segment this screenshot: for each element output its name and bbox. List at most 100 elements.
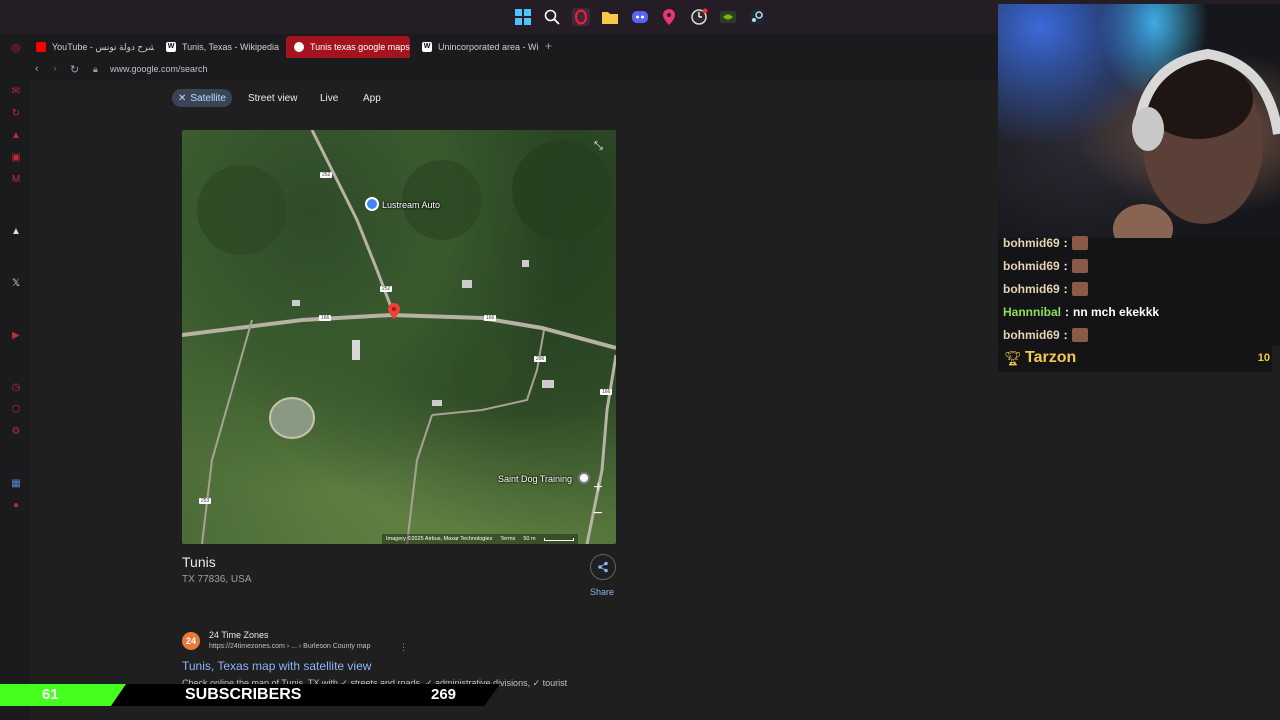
chat-emote [1071, 259, 1088, 273]
nvidia-icon[interactable] [718, 7, 738, 27]
chat-username: bohmid69 [1003, 259, 1060, 273]
workspace-icon[interactable]: ▲ [10, 130, 22, 142]
zoom-in-button[interactable]: + [587, 477, 609, 499]
chat-separator: : [1063, 236, 1068, 250]
filter-chip-street-view[interactable]: Street view [242, 89, 303, 107]
aria-icon[interactable]: ▲ [10, 226, 22, 238]
url-field[interactable]: www.google.com/search [110, 64, 208, 74]
road-shield: 166 [484, 315, 497, 321]
browser-tab-bar: ◎ YouTube - شرح دولة تونس W Tunis, Texas… [0, 34, 1000, 60]
steam-icon[interactable] [747, 7, 767, 27]
chat-separator: : [1063, 259, 1068, 273]
history-icon[interactable]: ↻ [10, 108, 22, 120]
chat-emote [1071, 236, 1088, 250]
chat-message: bohmid69 : [1003, 256, 1088, 276]
subscriber-progress-fill [0, 684, 126, 706]
browser-sidebar: ✉ ↻ ▲ ▣ M ▲ 𝕏 ▶ ◷ ⬡ ⚙ ▦ ● [0, 80, 30, 720]
wikipedia-favicon-icon: W [422, 42, 432, 52]
extension-icon[interactable]: ▦ [10, 478, 22, 490]
source-name[interactable]: 24 Time Zones [209, 630, 269, 640]
chat-separator: : [1065, 305, 1070, 319]
reload-icon[interactable]: ↻ [70, 63, 79, 76]
tab-label: Unincorporated area - Wi [438, 42, 539, 52]
place-address: TX 77836, USA [182, 574, 252, 585]
road-shield: 253 [199, 498, 212, 504]
webcam-feed [1113, 48, 1280, 238]
map-attribution: Imagery ©2025 Airbus, Maxar Technologies [386, 536, 493, 542]
youtube-favicon-icon [36, 42, 46, 52]
chat-emote [1071, 282, 1088, 296]
tab-google-search[interactable]: Tunis texas google maps [286, 36, 410, 58]
tab-youtube[interactable]: YouTube - شرح دولة تونس [28, 36, 154, 58]
subscriber-count: 61 [42, 686, 59, 703]
tab-label: YouTube - شرح دولة تونس [52, 41, 154, 52]
share-button[interactable] [590, 554, 616, 580]
road-shield: 252 [380, 286, 393, 292]
location-pin-icon [388, 303, 400, 319]
source-logo: 24 [182, 632, 200, 650]
result-link-title[interactable]: Tunis, Texas map with satellite view [182, 659, 371, 673]
new-tab-button[interactable]: + [545, 39, 552, 53]
clock-icon[interactable]: ◷ [10, 382, 22, 394]
instagram-icon[interactable]: ▣ [10, 152, 22, 164]
filter-chip-satellite[interactable]: ✕ Satellite [172, 89, 232, 107]
discord-icon[interactable] [630, 7, 650, 27]
zoom-controls: + − [587, 477, 609, 531]
opera-menu-icon[interactable]: ◎ [11, 41, 21, 54]
poi-marker-icon[interactable] [365, 197, 379, 211]
satellite-map[interactable]: 252 252 166 166 296 166 253 Lustream Aut… [182, 130, 616, 544]
forward-icon[interactable]: › [53, 63, 57, 75]
music-icon[interactable]: M [10, 174, 22, 186]
tabs-icon[interactable]: ⬡ [10, 404, 22, 416]
scale-bar [543, 537, 574, 541]
tab-wikipedia-unincorporated[interactable]: W Unincorporated area - Wi [414, 36, 540, 58]
chat-username: bohmid69 [1003, 236, 1060, 250]
clock-app-icon[interactable] [689, 7, 709, 27]
file-explorer-icon[interactable] [600, 7, 620, 27]
tab-label: Tunis, Texas - Wikipedia [182, 42, 280, 52]
filter-chip-live[interactable]: Live [314, 89, 344, 107]
chip-label: Satellite [190, 92, 226, 104]
poi-label-saint-dog-training[interactable]: Saint Dog Training [498, 474, 572, 484]
top-chatter-name: Tarzon [1025, 349, 1077, 366]
filter-chip-app[interactable]: App [357, 89, 387, 107]
more-options-icon[interactable]: ⋮ [399, 642, 408, 653]
messenger-icon[interactable]: ✉ [10, 86, 22, 98]
search-icon[interactable] [542, 7, 562, 27]
extension-2-icon[interactable]: ● [10, 500, 22, 512]
road-shield: 166 [600, 389, 613, 395]
top-chatter-bar: 🏆︎ Tarzon 10 [998, 346, 1272, 372]
chat-username: Hannnibal [1003, 305, 1062, 319]
collapse-map-icon[interactable]: ⤡ [594, 140, 603, 153]
source-url[interactable]: https://24timezones.com › ... › Burleson… [209, 643, 370, 650]
chat-message: Hannnibal : nn mch ekekkk [1003, 302, 1159, 322]
opera-icon[interactable] [571, 7, 591, 27]
map-pin-icon[interactable] [659, 7, 679, 27]
google-favicon-icon [294, 42, 304, 52]
player-icon[interactable]: ▶ [10, 330, 22, 342]
road-shield: 296 [534, 356, 547, 362]
zoom-out-button[interactable]: − [587, 503, 609, 525]
windows-start-icon[interactable] [513, 7, 533, 27]
subscriber-label: SUBSCRIBERS [185, 686, 302, 703]
map-attribution-bar: Imagery ©2025 Airbus, Maxar Technologies… [382, 534, 578, 544]
close-icon[interactable]: ✕ [178, 93, 186, 104]
chat-separator: : [1063, 282, 1068, 296]
share-label[interactable]: Share [590, 587, 614, 597]
back-icon[interactable]: ‹ [35, 63, 39, 75]
chat-text: nn mch ekekkk [1073, 305, 1160, 319]
map-terms-link[interactable]: Terms [500, 536, 515, 542]
chat-separator: : [1063, 328, 1068, 342]
top-chatter-count: 10 [1257, 352, 1270, 364]
wikipedia-favicon-icon: W [166, 42, 176, 52]
chat-message: bohmid69 : [1003, 325, 1088, 345]
x-twitter-icon[interactable]: 𝕏 [10, 278, 22, 290]
place-title: Tunis [182, 554, 216, 570]
webcam-overlay [998, 4, 1280, 238]
subscriber-goal: 269 [431, 686, 457, 703]
chat-message: bohmid69 : [1003, 233, 1088, 253]
tab-wikipedia-tunis[interactable]: W Tunis, Texas - Wikipedia [158, 36, 284, 58]
stream-chat: bohmid69 : bohmid69 : bohmid69 : Hannnib… [998, 236, 1280, 346]
settings-icon[interactable]: ⚙ [10, 426, 22, 438]
poi-label-lustream-auto[interactable]: Lustream Auto [382, 200, 440, 210]
